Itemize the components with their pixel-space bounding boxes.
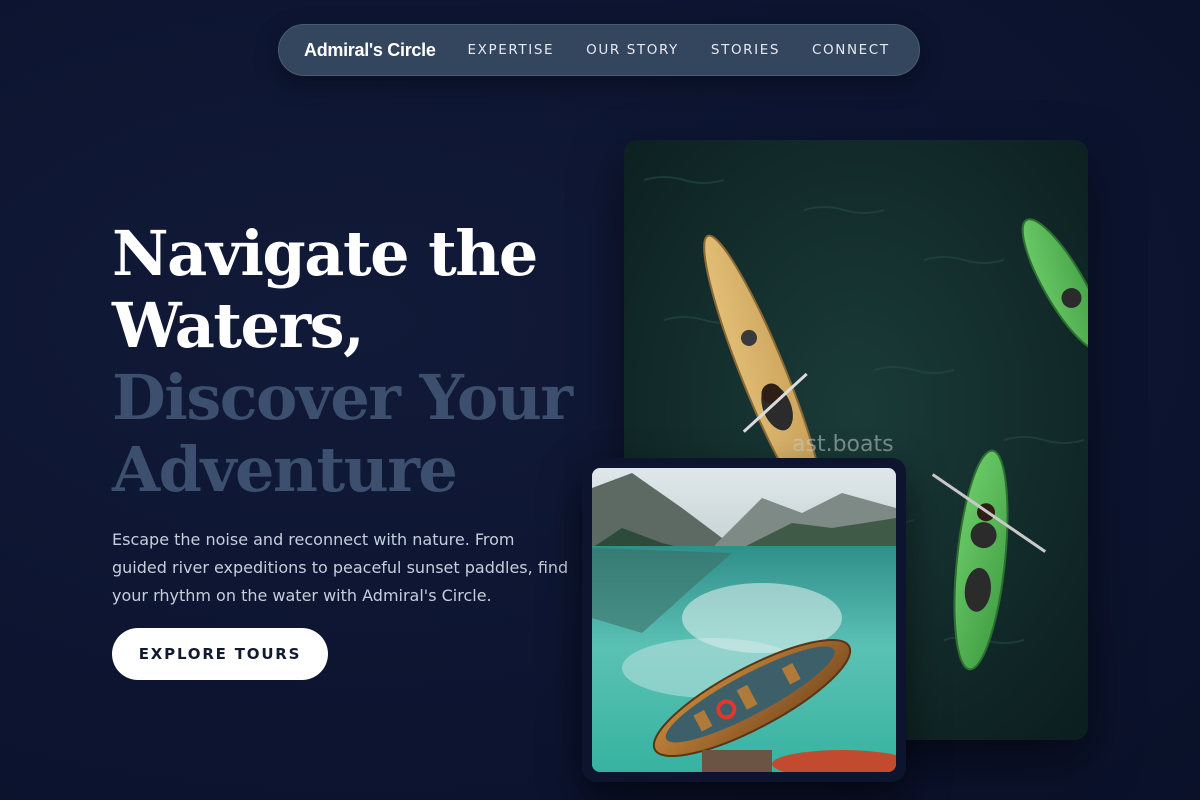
photo-watermark: ast.boats (792, 432, 894, 457)
explore-tours-button[interactable]: EXPLORE TOURS (112, 628, 328, 680)
nav-links: EXPERTISE OUR STORY STORIES CONNECT (468, 42, 890, 58)
nav-link-connect[interactable]: CONNECT (812, 42, 890, 58)
headline-line-1: Navigate the (112, 217, 538, 290)
lake-photo-card (582, 458, 906, 782)
nav-link-our-story[interactable]: OUR STORY (586, 42, 679, 58)
headline-line-2: Waters, (112, 289, 365, 362)
nav-link-expertise[interactable]: EXPERTISE (468, 42, 555, 58)
lake-illustration (592, 468, 896, 772)
brand-logo[interactable]: Admiral's Circle (304, 40, 436, 61)
hero-description: Escape the noise and reconnect with natu… (112, 530, 569, 605)
hero-headline: Navigate the Waters, Discover Your Adven… (112, 218, 592, 506)
top-nav: Admiral's Circle EXPERTISE OUR STORY STO… (278, 24, 920, 76)
headline-line-3: Discover Your (112, 361, 573, 434)
page: Admiral's Circle EXPERTISE OUR STORY STO… (0, 0, 1200, 800)
nav-link-stories[interactable]: STORIES (711, 42, 780, 58)
lake-boat-photo (592, 468, 896, 772)
headline-line-4: Adventure (112, 433, 458, 506)
